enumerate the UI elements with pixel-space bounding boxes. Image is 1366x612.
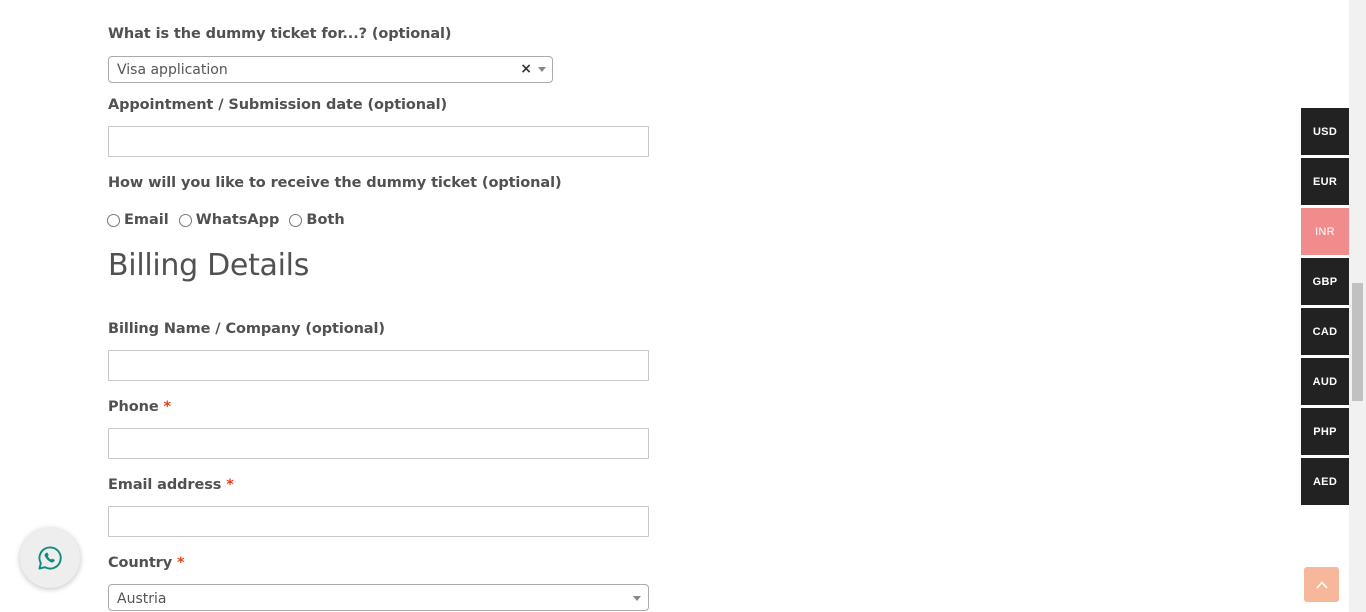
country-label-text: Country (108, 555, 173, 571)
required-mark: * (226, 477, 234, 493)
currency-cad-button[interactable]: CAD (1301, 308, 1349, 355)
purpose-label: What is the dummy ticket for...? (option… (108, 26, 452, 42)
back-to-top-button[interactable] (1304, 567, 1339, 602)
scrollbar-thumb[interactable] (1352, 283, 1363, 401)
currency-switcher: USD EUR INR GBP CAD AUD PHP AED (1301, 108, 1349, 508)
currency-usd-button[interactable]: USD (1301, 108, 1349, 155)
radio-email-circle[interactable] (107, 213, 120, 227)
currency-inr-button[interactable]: INR (1301, 208, 1349, 255)
caret-down-icon (633, 596, 641, 601)
appointment-date-input[interactable] (108, 126, 649, 157)
billing-name-input[interactable] (108, 350, 649, 381)
phone-label-text: Phone (108, 399, 159, 415)
radio-email-label: Email (124, 212, 169, 228)
email-input[interactable] (108, 506, 649, 537)
delivery-label: How will you like to receive the dummy t… (108, 175, 562, 191)
email-label: Email address * (108, 477, 234, 493)
whatsapp-chat-button[interactable] (20, 528, 80, 588)
caret-down-icon (538, 67, 546, 72)
email-label-text: Email address (108, 477, 222, 493)
radio-both-circle[interactable] (289, 213, 303, 227)
radio-both[interactable]: Both (289, 212, 345, 228)
radio-email[interactable]: Email (107, 212, 169, 228)
radio-whatsapp-label: WhatsApp (195, 212, 280, 228)
chevron-up-icon (1315, 580, 1328, 589)
currency-php-button[interactable]: PHP (1301, 408, 1349, 455)
currency-gbp-button[interactable]: GBP (1301, 258, 1349, 305)
whatsapp-icon (38, 546, 62, 570)
currency-aud-button[interactable]: AUD (1301, 358, 1349, 405)
delivery-radio-group: Email WhatsApp Both (107, 210, 355, 230)
currency-eur-button[interactable]: EUR (1301, 158, 1349, 205)
billing-name-label: Billing Name / Company (optional) (108, 321, 385, 337)
purpose-selected-value: Visa application (117, 62, 228, 78)
purpose-select[interactable]: Visa application × (108, 56, 553, 83)
required-mark: * (163, 399, 172, 415)
radio-both-label: Both (306, 212, 345, 228)
appointment-label: Appointment / Submission date (optional) (108, 97, 448, 113)
phone-label: Phone * (108, 399, 171, 415)
country-label: Country * (108, 555, 185, 571)
clear-selection-icon[interactable]: × (520, 61, 532, 77)
page-scrollbar[interactable] (1349, 0, 1366, 612)
radio-whatsapp-circle[interactable] (178, 213, 192, 227)
required-mark: * (177, 555, 185, 571)
radio-whatsapp[interactable]: WhatsApp (178, 212, 280, 228)
country-select[interactable]: Austria (108, 584, 649, 611)
currency-aed-button[interactable]: AED (1301, 458, 1349, 505)
billing-details-heading: Billing Details (108, 248, 310, 283)
country-selected-value: Austria (117, 591, 167, 607)
phone-input[interactable] (108, 428, 649, 459)
